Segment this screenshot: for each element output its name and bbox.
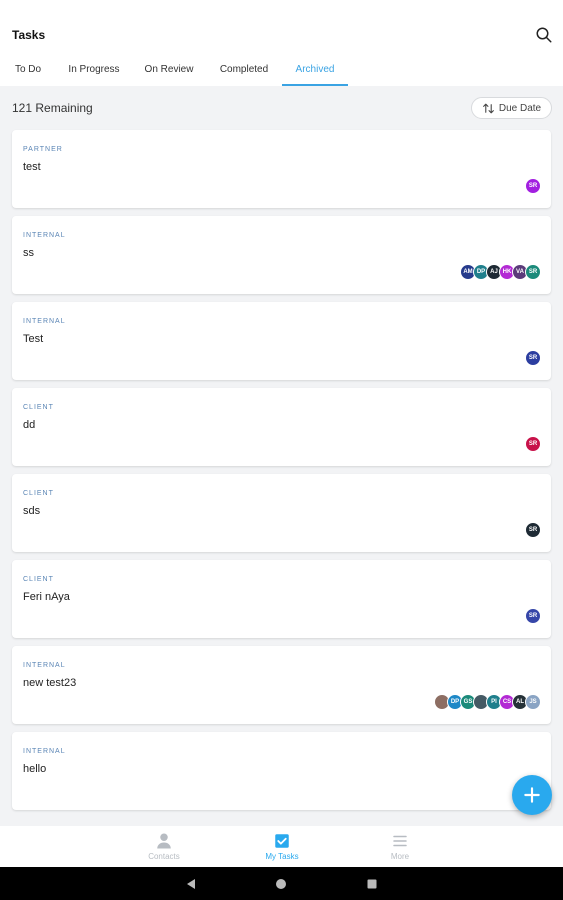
avatar: SR <box>525 264 541 280</box>
sort-due-date-button[interactable]: Due Date <box>471 97 552 119</box>
task-card[interactable]: INTERNAL new test23 JS AL CS PI GS DP <box>12 646 551 724</box>
recents-icon[interactable] <box>366 878 378 890</box>
task-category: INTERNAL <box>23 318 66 325</box>
assignee-avatars: SR <box>525 178 541 195</box>
tab-on-review[interactable]: On Review <box>132 58 206 86</box>
task-card[interactable]: INTERNAL ss SR VA HK AJ DP AM <box>12 216 551 294</box>
task-card[interactable]: CLIENT Feri nAya SR <box>12 560 551 638</box>
tab-completed[interactable]: Completed <box>206 58 282 86</box>
task-category: CLIENT <box>23 404 54 411</box>
add-task-button[interactable] <box>512 775 552 815</box>
task-category: PARTNER <box>23 146 63 153</box>
assignee-avatars: SR <box>525 350 541 367</box>
search-icon[interactable] <box>535 26 553 44</box>
tab-in-progress[interactable]: In Progress <box>56 58 132 86</box>
nav-more[interactable]: More <box>360 832 440 861</box>
task-name: sds <box>23 505 41 517</box>
avatar: SR <box>525 608 541 624</box>
assignee-avatars: SR <box>525 608 541 625</box>
avatar: JS <box>525 694 541 710</box>
assignee-avatars: SR <box>525 436 541 453</box>
task-name: new test23 <box>23 677 77 689</box>
avatar: SR <box>525 178 541 194</box>
avatar: SR <box>525 436 541 452</box>
nav-more-label: More <box>390 852 410 861</box>
tab-to-do[interactable]: To Do <box>0 58 56 86</box>
nav-contacts-label: Contacts <box>148 852 180 861</box>
checkbox-icon <box>275 834 289 848</box>
task-name: hello <box>23 763 47 775</box>
task-status-tabs: To Do In Progress On Review Completed Ar… <box>0 58 563 86</box>
home-icon[interactable] <box>275 878 287 890</box>
app-header: Tasks To Do In Progress On Review Comple… <box>0 0 563 86</box>
task-category: INTERNAL <box>23 232 66 239</box>
task-name: ss <box>23 247 34 259</box>
task-name: Feri nAya <box>23 591 70 603</box>
task-category: CLIENT <box>23 490 54 497</box>
plus-icon <box>524 787 540 803</box>
bottom-navigation: Contacts My Tasks More <box>0 826 563 867</box>
task-category: INTERNAL <box>23 662 66 669</box>
avatar: SR <box>525 350 541 366</box>
sort-label: Due Date <box>498 102 542 114</box>
task-card[interactable]: CLIENT dd SR <box>12 388 551 466</box>
task-name: dd <box>23 419 36 431</box>
task-category: CLIENT <box>23 576 54 583</box>
assignee-avatars: JS AL CS PI GS DP <box>434 694 541 711</box>
back-icon[interactable] <box>185 878 197 890</box>
nav-my-tasks[interactable]: My Tasks <box>242 832 322 861</box>
nav-my-tasks-label: My Tasks <box>265 852 299 861</box>
person-icon <box>157 833 171 849</box>
assignee-avatars: SR VA HK AJ DP AM <box>460 264 541 281</box>
task-card[interactable]: CLIENT sds SR <box>12 474 551 552</box>
task-category: INTERNAL <box>23 748 66 755</box>
remaining-count: 121 Remaining <box>12 101 93 115</box>
task-card[interactable]: INTERNAL Test SR <box>12 302 551 380</box>
avatar: SR <box>525 522 541 538</box>
task-card[interactable]: INTERNAL hello <box>12 732 551 810</box>
task-card[interactable]: PARTNER test SR <box>12 130 551 208</box>
task-name: test <box>23 161 41 173</box>
menu-icon <box>393 835 407 847</box>
tab-archived[interactable]: Archived <box>282 58 348 86</box>
page-title: Tasks <box>12 28 46 42</box>
task-name: Test <box>23 333 44 345</box>
sort-icon <box>482 103 494 113</box>
nav-contacts[interactable]: Contacts <box>124 832 204 861</box>
system-navigation-bar <box>0 867 563 900</box>
assignee-avatars: SR <box>525 522 541 539</box>
